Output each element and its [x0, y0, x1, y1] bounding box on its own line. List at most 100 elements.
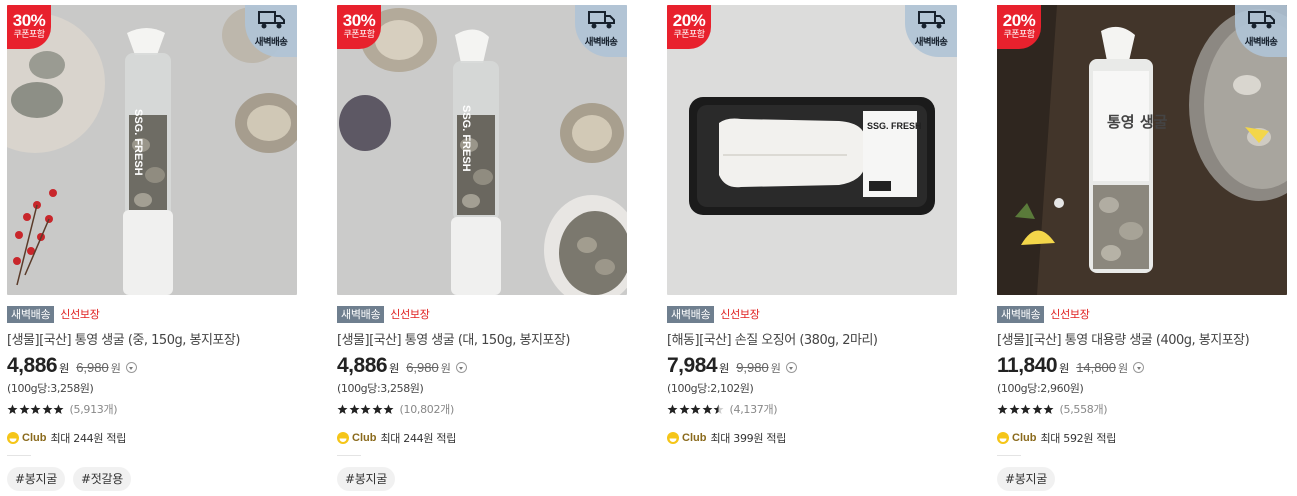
currency-unit: 원: [770, 362, 781, 375]
sale-price: 4,886: [337, 354, 388, 377]
discount-percent: 20%: [672, 11, 706, 30]
star-rating: [667, 404, 725, 415]
club-coin-icon: [997, 432, 1009, 444]
star-icon: [7, 404, 18, 414]
star-icon: [690, 404, 701, 414]
product-image[interactable]: SSG. FRESH 30% 쿠폰포함 새벽배송: [7, 5, 297, 295]
star-rating: [337, 404, 395, 415]
sale-price: 7,984: [667, 354, 718, 377]
chevron-down-circle-icon[interactable]: [455, 362, 467, 373]
chevron-down-circle-icon[interactable]: [785, 362, 797, 373]
price-row: 7,984 원 9,980 원: [667, 354, 957, 378]
hashtag-chip[interactable]: #젓갈용: [72, 467, 131, 491]
star-icon: [337, 404, 348, 414]
delivery-truck-icon: [918, 11, 945, 29]
sale-price: 4,886: [7, 354, 58, 377]
discount-percent: 30%: [12, 11, 46, 30]
fresh-guarantee-tag: 신선보장: [720, 308, 760, 321]
hashtag-chip[interactable]: #봉지굴: [337, 467, 395, 491]
package-brand-text: SSG. FRESH: [460, 105, 472, 172]
product-card[interactable]: SSG. FRESH 30% 쿠폰포함 새벽배송 새벽배송 신선보장 [생물][…: [7, 5, 297, 496]
product-card[interactable]: SSG. FRESH 20% 쿠폰포함 새벽배송 새벽배송 신선보장 [해동][…: [667, 5, 957, 496]
club-reward-text: 최대 592원 적립: [1040, 432, 1117, 445]
fresh-guarantee-tag: 신선보장: [60, 308, 100, 321]
coupon-included-label: 쿠폰포함: [13, 30, 45, 40]
hashtag-chip[interactable]: #봉지굴: [7, 467, 65, 491]
rating-row: (5,558개): [997, 402, 1287, 416]
unit-price: (100g당:3,258원): [337, 382, 424, 395]
original-price: 14,800: [1076, 360, 1116, 375]
product-title[interactable]: [생물][국산] 통영 대용량 생굴 (400g, 봉지포장): [997, 329, 1287, 348]
product-title[interactable]: [생물][국산] 통영 생굴 (대, 150g, 봉지포장): [337, 329, 627, 348]
original-price: 6,980: [406, 360, 439, 375]
package-brand-text: 통영 생굴: [1107, 113, 1168, 131]
chevron-down-circle-icon[interactable]: [1133, 362, 1145, 373]
dawn-delivery-label: 새벽배송: [254, 37, 288, 48]
club-label: Club: [1012, 432, 1037, 444]
delivery-truck-icon: [258, 11, 285, 29]
divider: [7, 455, 31, 456]
star-icon: [713, 404, 724, 414]
dawn-delivery-tag: 새벽배송: [7, 305, 55, 323]
product-title[interactable]: [생물][국산] 통영 생굴 (중, 150g, 봉지포장): [7, 329, 297, 348]
currency-unit: 원: [389, 362, 400, 375]
star-icon: [30, 404, 41, 414]
review-count: (5,913개): [69, 403, 118, 416]
currency-unit: 원: [1059, 362, 1070, 375]
product-photo-squid-tray: SSG. FRESH: [667, 5, 957, 295]
product-card[interactable]: SSG. FRESH 30% 쿠폰포함 새벽배송 새벽배송 신선보장 [생물][…: [337, 5, 627, 496]
discount-badge: 30% 쿠폰포함: [7, 5, 51, 49]
hashtag-list: #봉지굴: [997, 467, 1063, 491]
product-image[interactable]: 통영 생굴 20% 쿠폰포함 새벽배송: [997, 5, 1287, 295]
coupon-included-label: 쿠폰포함: [343, 30, 375, 40]
star-icon: [383, 404, 394, 414]
currency-unit: 원: [1117, 362, 1129, 375]
star-icon: [1032, 404, 1042, 414]
star-icon: [702, 404, 712, 414]
price-row: 11,840 원 14,800 원: [997, 354, 1287, 378]
club-reward: Club 최대 399원 적립: [667, 431, 786, 445]
discount-percent: 30%: [342, 11, 376, 30]
badge-row: 새벽배송 신선보장: [337, 305, 627, 323]
package-brand-text: SSG. FRESH: [132, 109, 144, 176]
badge-row: 새벽배송 신선보장: [667, 305, 957, 323]
rating-row: (5,913개): [7, 402, 297, 416]
product-image[interactable]: SSG. FRESH 30% 쿠폰포함 새벽배송: [337, 5, 627, 295]
product-image[interactable]: SSG. FRESH 20% 쿠폰포함 새벽배송: [667, 5, 957, 295]
badge-row: 새벽배송 신선보장: [7, 305, 297, 323]
dawn-delivery-label: 새벽배송: [1244, 37, 1278, 48]
review-count: (5,558개): [1059, 403, 1108, 416]
dawn-delivery-label: 새벽배송: [584, 37, 618, 48]
star-icon: [679, 404, 689, 414]
star-icon: [667, 404, 678, 414]
currency-unit: 원: [440, 362, 451, 375]
club-reward: Club 최대 244원 적립: [337, 431, 456, 445]
star-icon: [349, 404, 359, 414]
currency-unit: 원: [59, 362, 70, 375]
chevron-down-circle-icon[interactable]: [125, 362, 137, 373]
club-label: Club: [352, 432, 377, 444]
dawn-delivery-tag: 새벽배송: [337, 305, 385, 323]
product-title[interactable]: [해동][국산] 손질 오징어 (380g, 2마리): [667, 329, 957, 348]
product-photo-large-oyster-bag: 통영 생굴: [997, 5, 1287, 295]
rating-row: (4,137개): [667, 402, 957, 416]
star-icon: [1020, 404, 1031, 414]
review-count: (4,137개): [729, 403, 778, 416]
discount-percent: 20%: [1002, 11, 1036, 30]
currency-unit: 원: [719, 362, 730, 375]
hashtag-chip[interactable]: #봉지굴: [997, 467, 1055, 491]
dawn-delivery-tag: 새벽배송: [667, 305, 715, 323]
club-reward-text: 최대 244원 적립: [50, 432, 127, 445]
fresh-guarantee-tag: 신선보장: [390, 308, 430, 321]
currency-unit: 원: [110, 362, 121, 375]
dawn-delivery-label: 새벽배송: [914, 37, 948, 48]
delivery-truck-icon: [1248, 11, 1275, 29]
product-photo-oysters-bag: SSG. FRESH: [337, 5, 627, 295]
hashtag-list: #봉지굴 #젓갈용: [7, 467, 139, 491]
club-reward: Club 최대 592원 적립: [997, 431, 1116, 445]
discount-badge: 20% 쿠폰포함: [997, 5, 1041, 49]
fresh-guarantee-tag: 신선보장: [1050, 308, 1090, 321]
product-card[interactable]: 통영 생굴 20% 쿠폰포함 새벽배송 새벽배송 신선보장 [생물][국산] 통…: [997, 5, 1287, 496]
package-brand-text: SSG. FRESH: [867, 121, 922, 131]
dawn-delivery-tag: 새벽배송: [997, 305, 1045, 323]
